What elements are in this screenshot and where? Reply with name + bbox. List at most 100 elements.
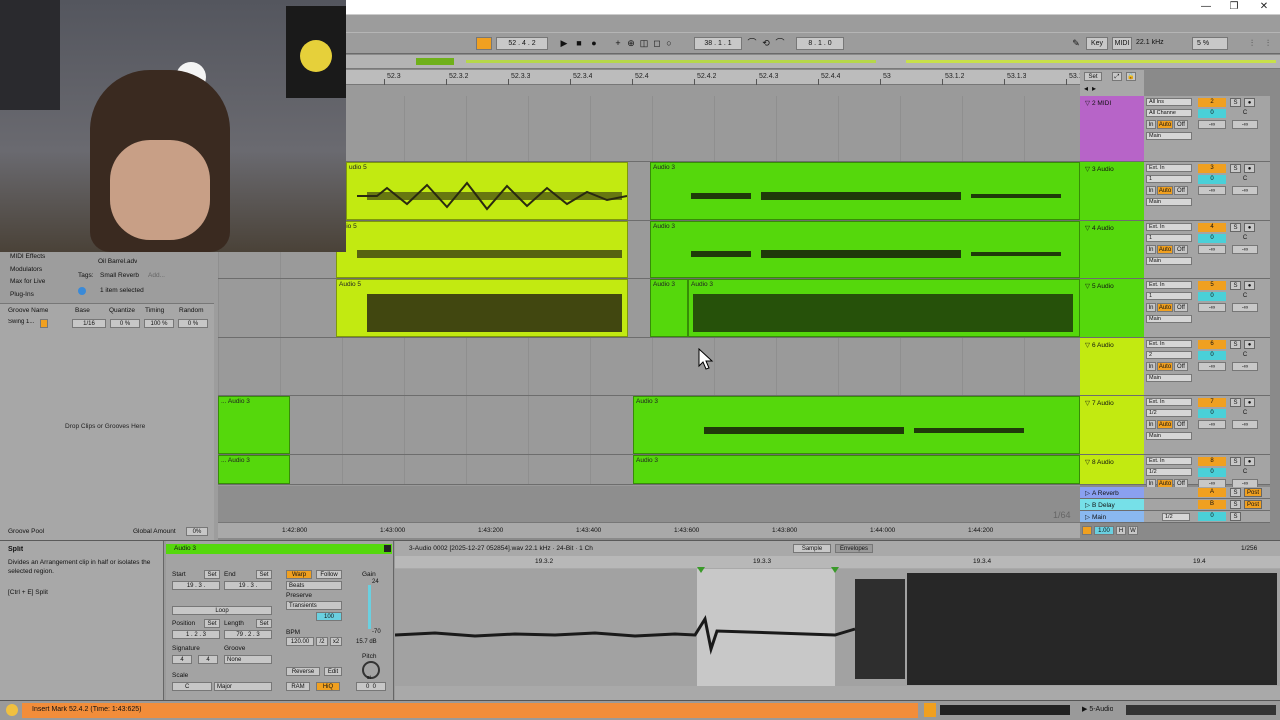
draw-mode-icon[interactable]: ✎: [1070, 37, 1082, 50]
reverse-button[interactable]: Reverse: [286, 667, 320, 676]
solo-button[interactable]: S: [1230, 164, 1241, 173]
double-tempo-button[interactable]: x2: [330, 637, 342, 646]
input-channel-select[interactable]: 1: [1146, 175, 1192, 183]
clip-audio3-t7b[interactable]: Audio 3: [633, 396, 1080, 454]
track-activator[interactable]: 6: [1198, 340, 1226, 349]
clip-title-bar[interactable]: Audio 3: [166, 544, 392, 554]
next-locator-icon[interactable]: ▸: [1092, 84, 1096, 93]
reenable-automation-icon[interactable]: ◫: [638, 37, 650, 50]
arrangement-overview[interactable]: [346, 55, 1280, 69]
length-set-button[interactable]: Set: [256, 619, 272, 628]
monitor-auto[interactable]: Auto: [1157, 303, 1173, 312]
expand-icon[interactable]: ⤢: [1112, 72, 1122, 81]
monitor-auto[interactable]: Auto: [1157, 120, 1173, 129]
automation-arm-icon[interactable]: ⊕: [625, 37, 637, 50]
scale-mode-select[interactable]: Major: [214, 682, 272, 691]
pan-value[interactable]: C: [1232, 175, 1258, 184]
pitch-values[interactable]: 0 0: [356, 682, 386, 691]
input-channel-select[interactable]: All Channe: [1146, 109, 1192, 117]
volume-value[interactable]: 0: [1198, 292, 1226, 301]
input-channel-select[interactable]: 1: [1146, 234, 1192, 242]
track-header[interactable]: ▽ 3 Audio: [1080, 162, 1144, 221]
volume-value[interactable]: 0: [1198, 234, 1226, 243]
return-track-header[interactable]: ▷ B Delay: [1080, 499, 1144, 511]
fold-icon[interactable]: ▷: [1085, 502, 1090, 509]
output-select[interactable]: Main: [1146, 257, 1192, 265]
prev-locator-icon[interactable]: ◂: [1084, 84, 1088, 93]
input-type-select[interactable]: All Ins: [1146, 98, 1192, 106]
main-output-select[interactable]: 1/2: [1162, 513, 1190, 521]
clip-audio5-t4[interactable]: udio 5: [336, 221, 628, 278]
follow-button[interactable]: Follow: [316, 570, 342, 579]
monitor-off[interactable]: Off: [1174, 120, 1188, 129]
monitor-off[interactable]: Off: [1174, 362, 1188, 371]
send-b[interactable]: -∞: [1232, 362, 1258, 371]
fold-icon[interactable]: ▽: [1085, 459, 1090, 466]
solo-button[interactable]: S: [1230, 281, 1241, 290]
end-marker-icon[interactable]: [831, 567, 839, 573]
clip-audio3-t5a[interactable]: Audio 3: [650, 279, 688, 337]
output-select[interactable]: Main: [1146, 132, 1192, 140]
clip-audio5-t5[interactable]: Audio 5: [336, 279, 628, 337]
browser-item[interactable]: Modulators: [10, 266, 42, 273]
input-type-select[interactable]: Ext. In: [1146, 281, 1192, 289]
lane-6-audio[interactable]: [218, 338, 1080, 396]
arm-button[interactable]: ●: [1244, 340, 1255, 349]
start-marker-icon[interactable]: [697, 567, 705, 573]
input-type-select[interactable]: Ext. In: [1146, 164, 1192, 172]
send-a[interactable]: -∞: [1198, 186, 1226, 195]
follow-button[interactable]: [476, 37, 492, 50]
loop-button[interactable]: Loop: [172, 606, 272, 615]
groove-quantize[interactable]: 0 %: [110, 319, 140, 328]
track-activator[interactable]: 3: [1198, 164, 1226, 173]
track-activator[interactable]: 2: [1198, 98, 1226, 107]
signature-denominator[interactable]: 4: [198, 655, 218, 664]
fold-icon[interactable]: ▷: [1085, 514, 1090, 521]
fold-icon[interactable]: ▷: [1085, 490, 1090, 497]
track-header[interactable]: ▽ 4 Audio: [1080, 221, 1144, 279]
ram-button[interactable]: RAM: [286, 682, 310, 691]
gain-slider[interactable]: [368, 585, 371, 629]
loop-length[interactable]: 8 . 1 . 0: [796, 37, 844, 50]
volume-value[interactable]: 0: [1198, 409, 1226, 418]
monitor-off[interactable]: Off: [1174, 420, 1188, 429]
monitor-off[interactable]: Off: [1174, 303, 1188, 312]
monitor-off[interactable]: Off: [1174, 245, 1188, 254]
arrangement-view[interactable]: udio 5 Audio 3 udio 5 Audio 3 Audio 5 Au…: [218, 96, 1080, 486]
solo-button[interactable]: S: [1230, 223, 1241, 232]
track-activator[interactable]: 4: [1198, 223, 1226, 232]
send-b[interactable]: -∞: [1232, 420, 1258, 429]
track-header[interactable]: ▽ 2 MIDI: [1080, 96, 1144, 162]
pan-value[interactable]: C: [1232, 234, 1258, 243]
fold-icon[interactable]: ▽: [1085, 225, 1090, 232]
output-select[interactable]: Main: [1146, 432, 1192, 440]
record-icon[interactable]: ●: [588, 37, 600, 50]
track-activator[interactable]: 7: [1198, 398, 1226, 407]
groove-select[interactable]: None: [224, 655, 272, 664]
warp-button[interactable]: Warp: [286, 570, 312, 579]
input-type-select[interactable]: Ext. In: [1146, 340, 1192, 348]
play-icon[interactable]: ▶: [558, 37, 570, 50]
send-a[interactable]: -∞: [1198, 420, 1226, 429]
scale-root-select[interactable]: C: [172, 682, 212, 691]
hiq-button[interactable]: HiQ: [316, 682, 340, 691]
global-amount[interactable]: 0%: [186, 527, 208, 536]
time-ruler[interactable]: 1:42:800 1:43:000 1:43:200 1:43:400 1:43:600…: [218, 510, 1080, 538]
return-activator[interactable]: A: [1198, 488, 1226, 497]
output-select[interactable]: Main: [1146, 198, 1192, 206]
send-b[interactable]: -∞: [1232, 120, 1258, 129]
beat-ruler[interactable]: 52.3 52.3.2 52.3.3 52.3.4 52.4 52.4.2 52.4.3 52…: [346, 70, 1088, 85]
pan-value[interactable]: C: [1232, 409, 1258, 418]
browser-item[interactable]: Max for Live: [10, 278, 45, 285]
return-activator[interactable]: B: [1198, 500, 1226, 509]
pan-value[interactable]: C: [1232, 109, 1258, 118]
locator-set-button[interactable]: Set: [1084, 72, 1102, 81]
tab-envelopes[interactable]: Envelopes: [835, 544, 873, 553]
punch-in-icon[interactable]: ⌒: [746, 37, 758, 50]
follow-toggle[interactable]: [1082, 526, 1092, 535]
minimize-button[interactable]: —: [1192, 0, 1220, 15]
track-header[interactable]: ▽ 5 Audio: [1080, 279, 1144, 338]
fold-icon[interactable]: ▽: [1085, 100, 1090, 107]
position-set-button[interactable]: Set: [204, 619, 220, 628]
h-toggle[interactable]: H: [1116, 526, 1126, 535]
